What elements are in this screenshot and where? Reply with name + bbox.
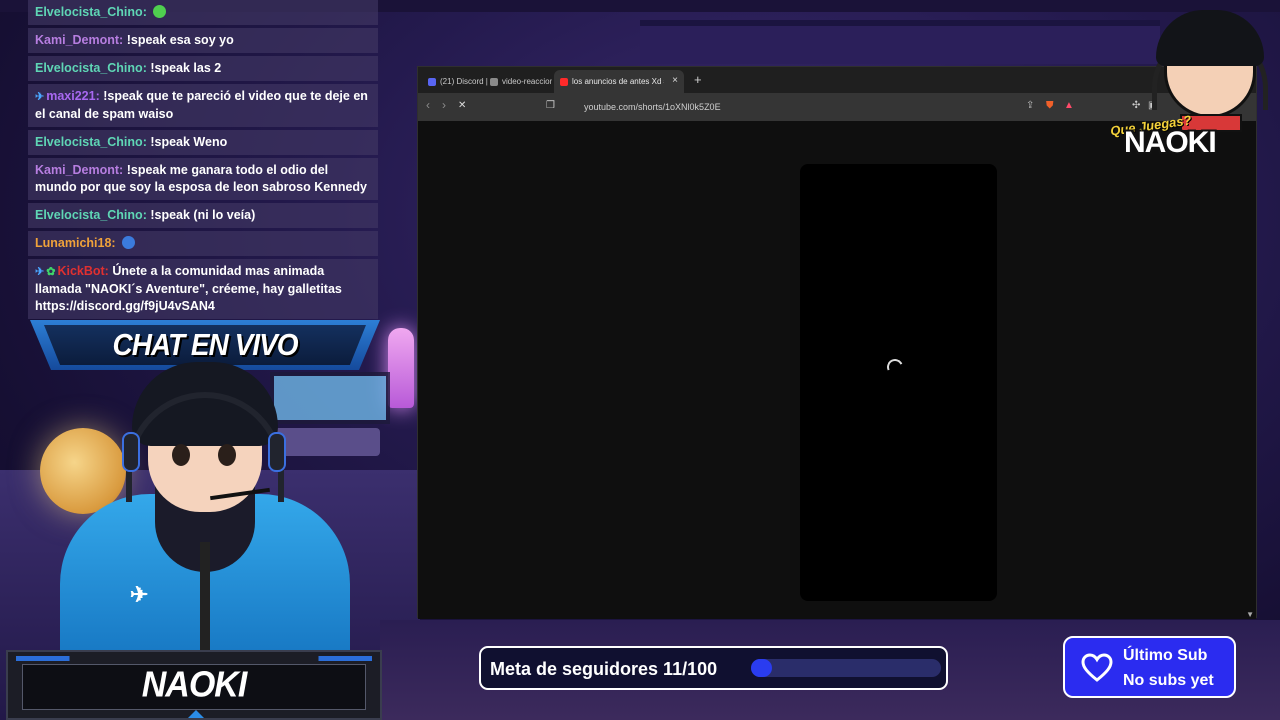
chat-header-title: CHAT EN VIVO (112, 327, 298, 362)
chat-text: !speak (ni lo veía) (150, 208, 256, 222)
lava-lamp (388, 328, 414, 408)
chat-username: Elvelocista_Chino (35, 208, 143, 222)
chat-username: Kami_Demont (35, 163, 120, 177)
chat-username: Elvelocista_Chino (35, 61, 143, 75)
chat-text: !speak las 2 (150, 61, 222, 75)
background-window (640, 20, 1160, 64)
chat-username: Kami_Demont (35, 33, 120, 47)
tab-youtube-short[interactable]: los anuncios de antes Xd #courr × (554, 70, 684, 93)
tab-label: los anuncios de antes Xd #courr (572, 77, 664, 86)
share-icon[interactable]: ⇪ (1026, 100, 1034, 111)
chat-message: ✈ maxi221: !speak que te pareció el video… (28, 84, 378, 127)
new-tab-button[interactable]: + (694, 72, 702, 87)
last-sub-title: Último Sub (1123, 647, 1208, 664)
loading-spinner-icon (884, 356, 906, 378)
chat-username: maxi221 (46, 89, 96, 103)
page-icon (490, 77, 498, 86)
nameplate-accent (16, 656, 372, 661)
brand-hair (1156, 10, 1264, 66)
follower-goal-label: Meta de seguidores 11/100 (490, 659, 718, 679)
chat-username: Elvelocista_Chino (35, 5, 143, 19)
chat-message: Kami_Demont: !speak esa soy yo (28, 28, 378, 53)
chat-message: ✈ ✿ KickBot: Únete a la comunidad mas anim… (28, 259, 378, 319)
back-button[interactable]: ‹ (426, 98, 430, 112)
chat-username: Elvelocista_Chino (35, 135, 143, 149)
emote-icon (153, 5, 167, 18)
streamer-name: NAOKI (141, 665, 248, 705)
sword-badge-icon: ✈ (35, 266, 45, 278)
chat-message: Elvelocista_Chino: !speak Weno (28, 130, 378, 155)
streamer-avatar: ✈ (60, 362, 350, 664)
follower-goal: Meta de seguidores 11/100 (479, 646, 948, 690)
last-sub-widget: Último Sub No subs yet (1063, 636, 1236, 698)
avatar-eye-right (218, 444, 236, 466)
chat-username: KickBot (57, 264, 105, 278)
follower-goal-fill (751, 659, 772, 677)
chat-message: Elvelocista_Chino: !speak las 2 (28, 56, 378, 81)
tab-video-reacciones[interactable]: video-reacciones (484, 70, 552, 93)
heart-icon (1081, 653, 1113, 682)
shield-icon[interactable]: ⛊ (1046, 100, 1054, 111)
chat-panel: Elvelocista_Chino: Kami_Demont: !speak e… (28, 0, 378, 322)
headset-earcup-right (268, 432, 286, 472)
brave-rewards-icon[interactable]: ▲ (1064, 100, 1074, 111)
page-viewport: ▼ (418, 121, 1256, 619)
chat-text: !speak Weno (150, 135, 228, 149)
chat-message: Elvelocista_Chino: (28, 0, 378, 25)
tab-label: video-reacciones (502, 77, 552, 86)
nameplate-tip (188, 710, 204, 718)
chat-message: Elvelocista_Chino: !speak (ni lo veía) (28, 203, 378, 228)
tab-label: (21) Discord | # (440, 77, 490, 86)
hoodie-logo-icon: ✈ (130, 582, 149, 607)
bookmark-icon[interactable]: ❒ (546, 100, 555, 111)
emote-icon (122, 236, 136, 249)
brand-logo: Que Juegas? NAOKI (1108, 10, 1280, 160)
shorts-video-player[interactable] (800, 164, 997, 601)
brand-name: NAOKI (1124, 126, 1217, 159)
youtube-icon (560, 77, 568, 86)
address-bar[interactable]: youtube.com/shorts/1oXNl0k5Z0E (558, 97, 1038, 117)
discord-icon (428, 77, 436, 86)
last-sub-value: No subs yet (1123, 672, 1214, 689)
sword-badge-icon: ✈ (35, 91, 45, 103)
scroll-down-arrow-icon[interactable]: ▼ (1246, 610, 1254, 619)
chat-username: Lunamichi18 (35, 236, 112, 250)
headset-earcup-left (122, 432, 140, 472)
close-tab-icon[interactable]: × (672, 75, 678, 86)
avatar-eye-left (172, 444, 190, 466)
chat-message: Lunamichi18: (28, 231, 378, 256)
gear-badge-icon: ✿ (46, 266, 56, 278)
stop-loading-button[interactable]: ✕ (458, 100, 466, 111)
chat-message: Kami_Demont: !speak me ganara todo el od… (28, 158, 378, 200)
streamer-nameplate: NAOKI (6, 650, 382, 720)
avatar-zipper (200, 542, 210, 662)
chat-text: !speak esa soy yo (126, 33, 234, 47)
follower-goal-track (751, 659, 941, 677)
tab-discord[interactable]: (21) Discord | # (422, 70, 490, 93)
forward-button[interactable]: › (442, 98, 446, 112)
